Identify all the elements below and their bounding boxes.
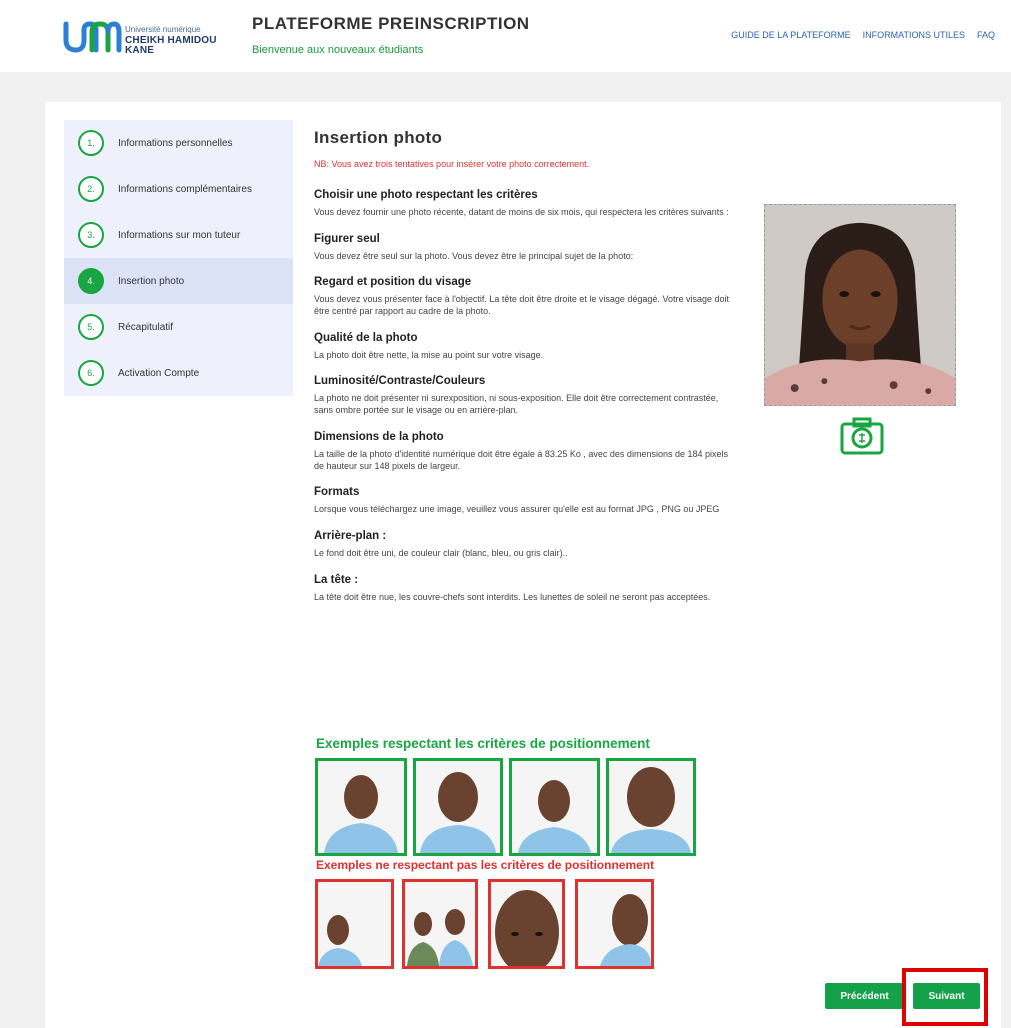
bad-example-photo xyxy=(575,879,654,969)
bad-example-photo xyxy=(402,879,478,969)
step-label: Informations complémentaires xyxy=(118,183,252,195)
criteria-section: Qualité de la photo La photo doit être n… xyxy=(314,332,744,362)
good-example-photo xyxy=(606,758,696,856)
criteria-body: La photo ne doit présenter ni surexposit… xyxy=(314,393,719,416)
good-example-photo xyxy=(509,758,600,856)
logo[interactable]: Université numérique CHEIKH HAMIDOU KANE xyxy=(62,18,242,56)
header: Université numérique CHEIKH HAMIDOU KANE… xyxy=(0,0,1011,72)
criteria-section: Regard et position du visage Vous devez … xyxy=(314,276,744,317)
nav-link-faq[interactable]: FAQ xyxy=(977,30,995,40)
criteria-title: La tête : xyxy=(314,573,359,586)
criteria-body: La photo doit être nette, la mise au poi… xyxy=(314,349,544,360)
criteria-title: Figurer seul xyxy=(314,232,380,245)
nav-link-informations[interactable]: INFORMATIONS UTILES xyxy=(863,30,965,40)
criteria-section: Formats Lorsque vous téléchargez une ima… xyxy=(314,486,744,516)
criteria-title: Choisir une photo respectant les critère… xyxy=(314,189,538,201)
criteria-title: Dimensions de la photo xyxy=(314,430,444,443)
criteria-title: Luminosité/Contraste/Couleurs xyxy=(314,375,486,388)
steps-sidebar: 1. Informations personnelles 2. Informat… xyxy=(64,120,293,396)
next-button[interactable]: Suivant xyxy=(913,983,980,1009)
criteria-title: Qualité de la photo xyxy=(314,331,418,344)
nav-link-guide[interactable]: GUIDE DE LA PLATEFORME xyxy=(731,30,850,40)
step-label: Informations sur mon tuteur xyxy=(118,229,241,241)
uploaded-photo xyxy=(764,204,956,406)
bad-examples-row xyxy=(315,879,654,969)
good-example-photo xyxy=(315,758,407,856)
criteria-body: La tête doit être nue, les couvre-chefs … xyxy=(314,591,711,602)
step-label: Récapitulatif xyxy=(118,321,174,333)
bad-example-photo xyxy=(315,879,394,969)
step-item-4[interactable]: 4. Insertion photo xyxy=(64,258,293,304)
step-label: Informations personnelles xyxy=(118,137,233,149)
logo-small-text: Université numérique xyxy=(125,25,201,34)
criteria-section: Luminosité/Contraste/Couleurs La photo n… xyxy=(314,375,744,416)
step-number-badge: 4. xyxy=(78,268,104,294)
step-number-badge: 3. xyxy=(78,222,104,248)
step-item-1[interactable]: 1. Informations personnelles xyxy=(64,120,293,166)
criteria-body: Lorsque vous téléchargez une image, veui… xyxy=(314,504,720,515)
section-title: Insertion photo xyxy=(314,128,443,147)
logo-mark-icon xyxy=(63,21,122,53)
criteria-title: Arrière-plan : xyxy=(314,529,387,542)
step-number-badge: 5. xyxy=(78,314,104,340)
top-navigation: GUIDE DE LA PLATEFORME INFORMATIONS UTIL… xyxy=(731,30,995,40)
criteria-body: Vous devez fournir une photo récente, da… xyxy=(314,207,729,217)
criteria-title: Regard et position du visage xyxy=(314,276,472,289)
portrait-image xyxy=(765,205,955,405)
camera-icon[interactable] xyxy=(839,416,885,456)
step-number-badge: 1. xyxy=(78,130,104,156)
bad-example-photo xyxy=(488,879,565,969)
criteria-section: Dimensions de la photo La taille de la p… xyxy=(314,431,744,472)
previous-button[interactable]: Précédent xyxy=(825,983,904,1009)
criteria-title: Formats xyxy=(314,486,360,499)
logo-big-text: CHEIKH HAMIDOU KANE xyxy=(125,35,217,56)
good-examples-row xyxy=(315,758,696,856)
criteria-section: Arrière-plan : Le fond doit être uni, de… xyxy=(314,530,744,560)
main-content: Insertion photo NB: Vous avez trois tent… xyxy=(314,128,744,603)
bad-examples-title: Exemples ne respectant pas les critères … xyxy=(316,858,655,872)
step-number-badge: 6. xyxy=(78,360,104,386)
step-item-2[interactable]: 2. Informations complémentaires xyxy=(64,166,293,212)
criteria-section: Figurer seul Vous devez être seul sur la… xyxy=(314,233,744,263)
criteria-section: La tête : La tête doit être nue, les cou… xyxy=(314,574,744,604)
good-examples-title: Exemples respectant les critères de posi… xyxy=(316,736,650,751)
criteria-body: Vous devez vous présenter face à l'objec… xyxy=(314,294,729,317)
criteria-body: La taille de la photo d'identité numériq… xyxy=(314,448,728,471)
step-label: Insertion photo xyxy=(118,275,185,287)
page-title: PLATEFORME PREINSCRIPTION xyxy=(252,14,530,33)
criteria-body: Le fond doit être uni, de couleur clair … xyxy=(314,547,568,558)
page-subtitle: Bienvenue aux nouveaux étudiants xyxy=(252,44,424,56)
criteria-section: Choisir une photo respectant les critère… xyxy=(314,189,744,219)
step-item-5[interactable]: 5. Récapitulatif xyxy=(64,304,293,350)
good-example-photo xyxy=(413,758,503,856)
criteria-body: Vous devez être seul sur la photo. Vous … xyxy=(314,250,634,261)
step-label: Activation Compte xyxy=(118,367,200,379)
step-number-badge: 2. xyxy=(78,176,104,202)
attempts-note: NB: Vous avez trois tentatives pour insé… xyxy=(314,159,590,169)
step-item-6[interactable]: 6. Activation Compte xyxy=(64,350,293,396)
step-item-3[interactable]: 3. Informations sur mon tuteur xyxy=(64,212,293,258)
